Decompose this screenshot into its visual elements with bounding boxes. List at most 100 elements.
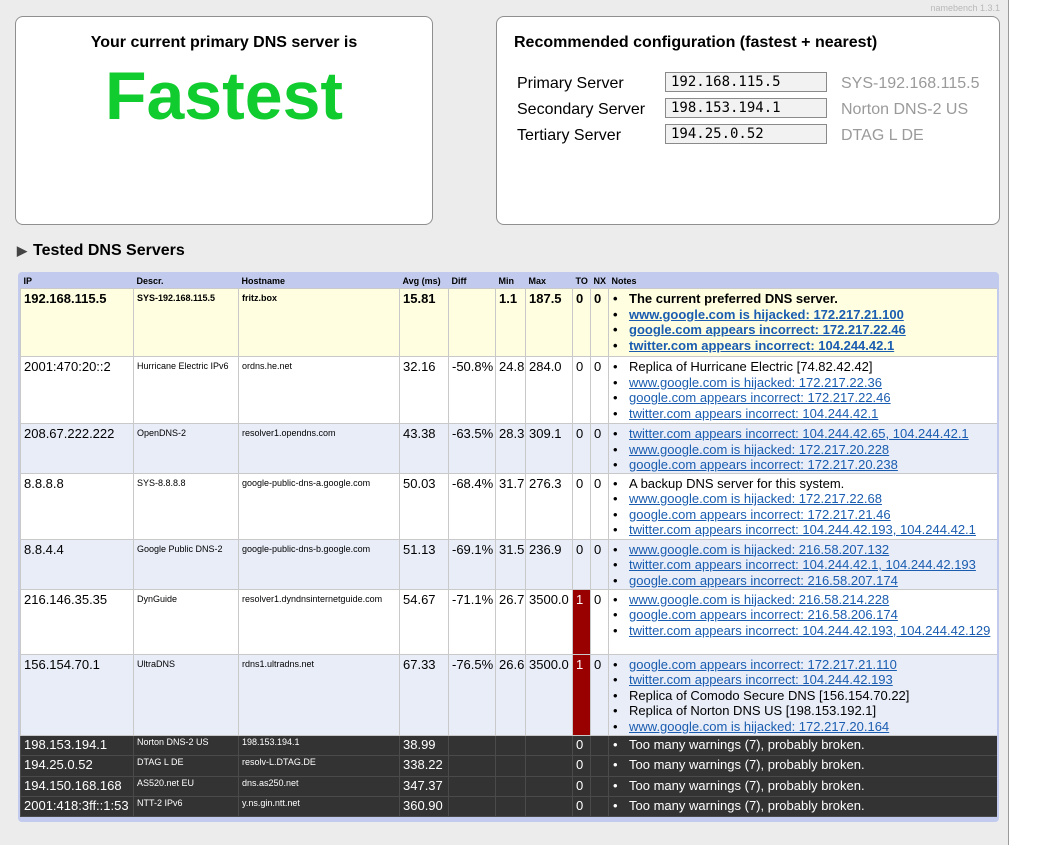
column-header-avg[interactable]: Avg (ms) [399,274,449,289]
table-row: 198.153.194.1 Norton DNS-2 US 198.153.194.… [20,734,997,756]
table-row: 2001:418:3ff::1:53 NTT-2 IPv6 y.ns.gin.ntt… [20,795,997,817]
cell-min: 28.3 [495,423,526,474]
cell-host: google-public-dns-b.google.com [238,538,400,590]
cell-nx: 0 [590,288,609,357]
column-header-max[interactable]: Max [525,274,573,289]
column-header-hostname[interactable]: Hostname [238,274,400,289]
note-item: google.com appears incorrect: 172.217.21… [612,657,997,673]
note-link[interactable]: google.com appears incorrect: 216.58.207… [629,573,898,588]
primary-server-name: SYS-192.168.115.5 [841,75,980,92]
note-link[interactable]: google.com appears incorrect: 172.217.21… [629,507,891,522]
note-link[interactable]: twitter.com appears incorrect: 104.244.4… [629,338,894,353]
note-link[interactable]: twitter.com appears incorrect: 104.244.4… [629,522,976,537]
note-link[interactable]: twitter.com appears incorrect: 104.244.4… [629,406,878,421]
note-item: www.google.com is hijacked: 172.217.22.6… [612,491,997,507]
note-item: google.com appears incorrect: 172.217.20… [612,457,997,472]
cell-host: 198.153.194.1 [238,734,400,756]
cell-diff: -76.5% [448,653,496,736]
cell-descr: Norton DNS-2 US [133,734,239,756]
note-link[interactable]: google.com appears incorrect: 172.217.22… [629,322,906,337]
cell-nx: 0 [590,472,609,540]
notes-list: Too many warnings (7), probably broken. [612,798,997,814]
secondary-server-field[interactable] [665,98,827,118]
note-link[interactable]: twitter.com appears incorrect: 104.244.4… [629,672,893,687]
tertiary-server-field[interactable] [665,124,827,144]
note-link[interactable]: www.google.com is hijacked: 172.217.22.6… [629,491,882,506]
column-header-ip[interactable]: IP [20,274,134,289]
cell-notes: Too many warnings (7), probably broken. [608,754,997,777]
tested-servers-heading[interactable]: ▶ Tested DNS Servers [17,242,185,260]
note-item: twitter.com appears incorrect: 104.244.4… [612,406,997,422]
table-row: 194.25.0.52 DTAG L DE resolv-L.DTAG.DE 338.… [20,754,997,777]
column-header-diff[interactable]: Diff [448,274,496,289]
note-link[interactable]: google.com appears incorrect: 172.217.21… [629,657,897,672]
note-link[interactable]: www.google.com is hijacked: 172.217.21.1… [629,307,904,322]
notes-list: A backup DNS server for this system.www.… [612,476,997,538]
cell-ip: 216.146.35.35 [20,588,134,655]
column-header-min[interactable]: Min [495,274,526,289]
tertiary-server-label: Tertiary Server [517,127,622,144]
cell-descr: DynGuide [133,588,239,655]
note-link[interactable]: www.google.com is hijacked: 216.58.207.1… [629,542,889,557]
note-link[interactable]: twitter.com appears incorrect: 104.244.4… [629,623,990,638]
cell-avg: 43.38 [399,423,449,474]
tested-servers-table: IP Descr. Hostname Avg (ms) Diff Min Max… [20,274,997,817]
primary-server-field[interactable] [665,72,827,92]
cell-descr: DTAG L DE [133,754,239,777]
cell-ip: 192.168.115.5 [20,288,134,357]
cell-host: resolver1.dyndnsinternetguide.com [238,588,400,655]
secondary-server-name: Norton DNS-2 US [841,101,969,118]
cell-diff: -63.5% [448,423,496,474]
cell-nx: 0 [590,588,609,655]
cell-to: 0 [572,734,591,756]
note-link[interactable]: www.google.com is hijacked: 216.58.214.2… [629,592,889,607]
cell-max: 276.3 [525,472,573,540]
notes-list: Too many warnings (7), probably broken. [612,737,997,753]
note-link[interactable]: www.google.com is hijacked: 172.217.20.2… [629,442,889,457]
notes-list: Too many warnings (7), probably broken. [612,757,997,773]
column-header-nx[interactable]: NX [590,274,609,289]
cell-min [495,754,526,777]
cell-notes: twitter.com appears incorrect: 104.244.4… [608,423,997,474]
recommended-config-panel: Recommended configuration (fastest + nea… [496,16,1000,225]
cell-min [495,795,526,817]
secondary-server-row: Secondary Server Norton DNS-2 US [517,98,997,120]
notes-list: The current preferred DNS server.www.goo… [612,291,997,353]
cell-to: 0 [572,775,591,797]
cell-max: 309.1 [525,423,573,474]
cell-descr: SYS-192.168.115.5 [133,288,239,357]
cell-host: resolv-L.DTAG.DE [238,754,400,777]
note-item: twitter.com appears incorrect: 104.244.4… [612,338,997,354]
note-link[interactable]: google.com appears incorrect: 216.58.206… [629,607,898,622]
cell-avg: 360.90 [399,795,449,817]
cell-min: 26.7 [495,588,526,655]
column-header-descr[interactable]: Descr. [133,274,239,289]
cell-min: 31.7 [495,472,526,540]
table-row: 192.168.115.5 SYS-192.168.115.5 fritz.box 1… [20,288,997,357]
cell-ip: 198.153.194.1 [20,734,134,756]
cell-avg: 32.16 [399,356,449,424]
note-link[interactable]: google.com appears incorrect: 172.217.20… [629,457,898,472]
note-item: The current preferred DNS server. [612,291,997,307]
cell-ip: 8.8.4.4 [20,538,134,590]
note-item: Too many warnings (7), probably broken. [612,778,997,794]
cell-to: 0 [572,423,591,474]
note-link[interactable]: twitter.com appears incorrect: 104.244.4… [629,557,976,572]
cell-nx [590,775,609,797]
note-link[interactable]: twitter.com appears incorrect: 104.244.4… [629,426,969,441]
cell-notes: The current preferred DNS server.www.goo… [608,288,997,357]
cell-avg: 347.37 [399,775,449,797]
note-item: twitter.com appears incorrect: 104.244.4… [612,426,997,442]
column-header-notes[interactable]: Notes [608,274,997,289]
cell-diff: -68.4% [448,472,496,540]
note-item: www.google.com is hijacked: 172.217.21.1… [612,307,997,323]
note-item: google.com appears incorrect: 172.217.22… [612,322,997,338]
note-link[interactable]: google.com appears incorrect: 172.217.22… [629,390,891,405]
expand-arrow-icon[interactable]: ▶ [17,243,27,258]
note-link[interactable]: www.google.com is hijacked: 172.217.20.1… [629,719,889,734]
cell-to: 0 [572,356,591,424]
column-header-to[interactable]: TO [572,274,591,289]
table-body: 192.168.115.5 SYS-192.168.115.5 fritz.box 1… [20,288,997,817]
note-link[interactable]: www.google.com is hijacked: 172.217.22.3… [629,375,882,390]
cell-to: 1 [572,653,591,736]
